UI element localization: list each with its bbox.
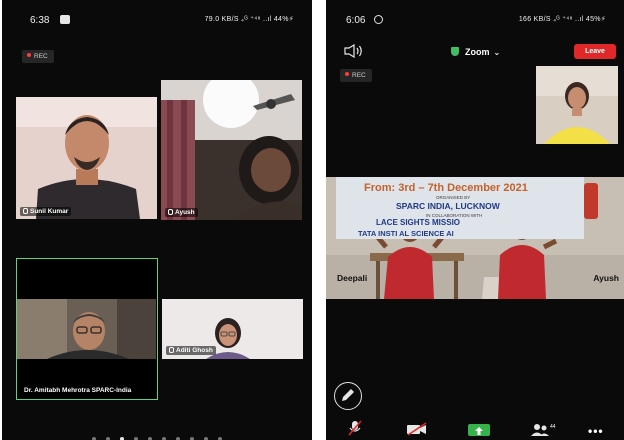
video-tile-amitabh-active-speaker[interactable]: Dr. Amitabh Mehrotra SPARC-India — [16, 258, 158, 400]
speaker-icon[interactable] — [344, 44, 364, 58]
participant-video — [16, 97, 157, 219]
participant-count: 44 — [550, 424, 556, 430]
status-bar: 6:06 166 KB/S ₄ᴳ ⁺⁴⁸ ..ıl 45%⚡ — [326, 0, 624, 36]
whatsapp-icon — [374, 15, 383, 24]
participant-name-label: Sunil Kumar — [20, 207, 72, 216]
on-screen-label-left: Deepali — [337, 273, 368, 283]
more-options-button[interactable]: ••• — [588, 425, 604, 437]
banner-organised-by: ORGANISED BY — [436, 195, 471, 200]
recording-dot-icon — [27, 53, 31, 57]
participant-video — [536, 66, 618, 144]
status-time: 6:38 — [30, 15, 50, 26]
participant-name-label: Dr. Amitabh Mehrotra SPARC-India — [21, 386, 135, 395]
share-view-screen: 6:06 166 KB/S ₄ᴳ ⁺⁴⁸ ..ıl 45%⚡ Zoom ⌄ Lea… — [326, 0, 624, 440]
status-system-icons: 166 KB/S ₄ᴳ ⁺⁴⁸ ..ıl 45%⚡ — [518, 16, 606, 23]
pen-icon — [342, 389, 354, 401]
recording-label: REC — [352, 72, 366, 79]
mic-muted-icon[interactable] — [348, 420, 362, 436]
status-bar: 6:38 79.0 KB/S ₄ᴳ ⁺⁴⁸ ..ıl 44%⚡ — [2, 0, 312, 36]
participant-name-label: Ayush — [165, 208, 198, 217]
floating-video-tile[interactable] — [536, 66, 618, 144]
leave-button[interactable]: Leave — [574, 44, 616, 59]
status-system-icons: 79.0 KB/S ₄ᴳ ⁺⁴⁸ ..ıl 44%⚡ — [204, 16, 294, 23]
recording-indicator: REC — [22, 50, 54, 63]
mic-icon — [23, 208, 28, 214]
recording-indicator: REC — [340, 69, 372, 82]
annotate-button[interactable] — [334, 382, 362, 410]
recording-dot-icon — [345, 72, 349, 76]
banner-org-name: SPARC INDIA, LUCKNOW — [396, 201, 500, 211]
video-off-icon[interactable] — [406, 422, 428, 436]
arrow-up-icon — [475, 427, 483, 435]
chevron-down-icon: ⌄ — [493, 48, 501, 57]
banner-partner-2: TATA INSTI AL SCIENCE AI — [358, 229, 454, 238]
meeting-toolbar: 44 ••• — [326, 418, 624, 440]
recording-label: REC — [34, 53, 48, 60]
participants-icon[interactable] — [530, 424, 550, 436]
shield-icon — [451, 47, 459, 56]
participant-video — [17, 259, 156, 398]
main-video-stage[interactable]: From: 3rd – 7th December 2021 ORGANISED … — [326, 177, 624, 299]
gallery-page-indicator[interactable] — [2, 428, 312, 440]
participant-video — [161, 80, 302, 220]
video-tile-aditi[interactable]: Aditi Ghosh — [162, 299, 303, 359]
banner-date: From: 3rd – 7th December 2021 — [364, 182, 528, 194]
mic-icon — [169, 347, 174, 353]
meeting-top-bar: Zoom ⌄ Leave — [326, 40, 624, 66]
video-tile-ayush[interactable]: Ayush — [161, 80, 302, 220]
event-banner: From: 3rd – 7th December 2021 ORGANISED … — [336, 177, 584, 239]
mic-icon — [168, 209, 173, 215]
banner-partner-1: LACE SIGHTS MISSIO — [376, 218, 461, 227]
video-tile-sunil[interactable]: Sunil Kumar — [16, 97, 157, 219]
gallery-view-screen: 6:38 79.0 KB/S ₄ᴳ ⁺⁴⁸ ..ıl 44%⚡ REC Suni… — [2, 0, 312, 440]
on-screen-label-right: Ayush — [593, 273, 619, 283]
status-time: 6:06 — [346, 15, 366, 26]
notification-icon — [60, 15, 70, 24]
meeting-title-button[interactable]: Zoom ⌄ — [451, 47, 500, 57]
participant-name-label: Aditi Ghosh — [166, 346, 216, 355]
share-screen-button[interactable] — [468, 424, 490, 436]
